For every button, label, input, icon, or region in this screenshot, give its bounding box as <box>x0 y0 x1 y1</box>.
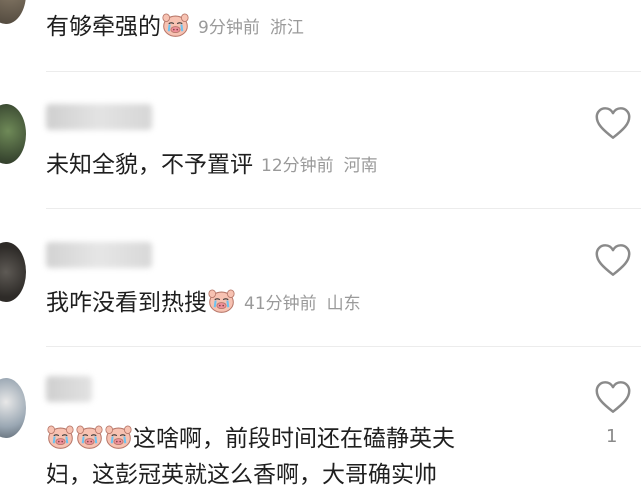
divider <box>46 208 641 209</box>
crying-pig-emoji-icon <box>162 11 189 38</box>
comment-meta: 9分钟前 浙江 <box>198 18 304 38</box>
avatar[interactable] <box>0 0 26 24</box>
comment-body-line2: 妇，这彭冠英就这么香啊，大哥确实帅 <box>46 462 437 488</box>
username-blurred[interactable] <box>46 242 152 268</box>
crying-pig-emoji-icon <box>76 423 103 450</box>
username-blurred[interactable] <box>46 376 92 402</box>
heart-outline-icon[interactable] <box>594 243 632 277</box>
comment-body: 我咋没看到热搜 <box>46 290 207 316</box>
comment-text-line2: 妇，这彭冠英就这么香啊，大哥确实帅 <box>46 458 437 492</box>
comment-time: 12分钟前 <box>261 156 334 176</box>
heart-outline-icon[interactable] <box>594 380 632 414</box>
heart-outline-icon[interactable] <box>594 106 632 140</box>
comment-meta: 41分钟前 山东 <box>244 294 361 314</box>
crying-pig-emoji-icon <box>47 423 74 450</box>
divider <box>46 346 641 347</box>
comment-time: 41分钟前 <box>244 294 317 314</box>
comment-text: 有够牵强的 9分钟前 浙江 <box>46 10 304 45</box>
comment-location: 河南 <box>343 156 378 176</box>
comment-text: 我咋没看到热搜 41分钟前 山东 <box>46 286 361 321</box>
comment-text: 未知全貌，不予置评 12分钟前 河南 <box>46 148 378 183</box>
comment-location: 山东 <box>326 294 361 314</box>
comment-body: 未知全貌，不予置评 <box>46 152 253 178</box>
comment-text: 这啥啊，前段时间还在磕静英夫 <box>46 422 455 456</box>
like-count: 1 <box>606 426 618 447</box>
crying-pig-emoji-icon <box>208 287 235 314</box>
comment-meta: 12分钟前 河南 <box>261 156 378 176</box>
crying-pig-emoji-icon <box>105 423 132 450</box>
avatar[interactable] <box>0 242 26 302</box>
comment-time: 9分钟前 <box>198 18 260 38</box>
comment-body-line1: 这啥啊，前段时间还在磕静英夫 <box>133 426 455 452</box>
username-blurred[interactable] <box>46 104 152 130</box>
avatar[interactable] <box>0 104 26 164</box>
comment-location: 浙江 <box>269 18 304 38</box>
comment-body: 有够牵强的 <box>46 14 161 40</box>
avatar[interactable] <box>0 378 26 438</box>
divider <box>46 71 641 72</box>
